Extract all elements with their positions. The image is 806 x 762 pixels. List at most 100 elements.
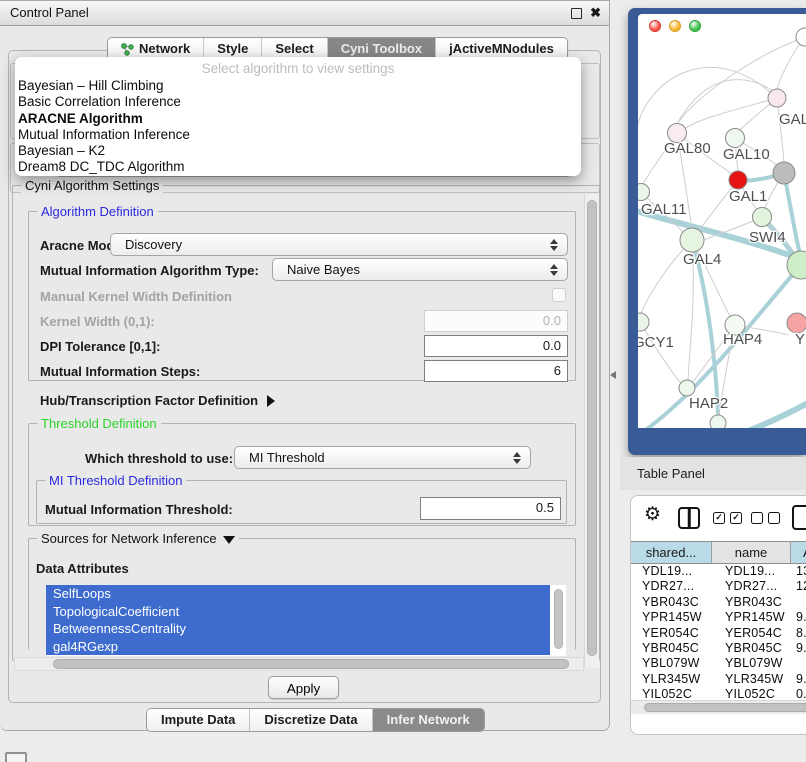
network-edge [640,322,680,382]
algorithm-option[interactable]: Bayesian – K2 [15,143,581,159]
mi-steps-field[interactable]: 6 [424,360,568,382]
network-node-gal4[interactable] [680,228,704,252]
close-panel-icon[interactable]: ✖ [590,1,601,25]
network-edge [728,404,806,428]
table-cell: 9. [792,610,806,625]
mi-steps-label: Mutual Information Steps: [40,364,200,379]
column-header-partial[interactable]: A [791,542,806,563]
gear-icon[interactable]: ⚙ [644,504,661,526]
table-row[interactable]: YER054CYER054C8. [632,626,806,641]
algorithm-option[interactable]: Mutual Information Inference [15,127,581,143]
document-icon[interactable] [792,505,806,530]
settings-horizontal-scrollbar[interactable] [14,657,584,671]
dpi-tolerance-label: DPI Tolerance [0,1]: [40,339,160,354]
network-node-salmon[interactable] [787,313,806,333]
collapse-down-icon[interactable] [223,536,235,544]
network-view[interactable]: GALGAL80GAL10GAL1GAL11SWI4GAL4YHAP4GCY1H… [638,14,806,428]
attribute-item[interactable]: gal4RGexp [46,638,550,656]
traffic-light-zoom[interactable] [689,20,701,32]
kernel-width-field[interactable]: 0.0 [424,310,568,332]
mi-threshold-label: Mutual Information Threshold: [45,502,233,517]
which-threshold-label: Which threshold to use: [85,451,233,466]
node-label-gcy1: GCY1 [638,334,674,351]
table-cell: YBR045C [713,641,792,656]
column-header-shared-name[interactable]: shared... [631,542,712,563]
network-node-gray-node[interactable] [773,162,795,184]
network-node-gal1[interactable] [729,171,747,189]
dropdown-placeholder: Select algorithm to view settings [15,57,581,78]
network-node-top-right[interactable] [796,28,806,46]
network-edge [686,98,777,128]
traffic-light-close[interactable] [649,20,661,32]
manual-kernel-label: Manual Kernel Width Definition [40,289,232,304]
algorithm-option[interactable]: Basic Correlation Inference [15,94,581,110]
attribute-item[interactable]: SelfLoops [46,585,550,603]
tab-discretize-data[interactable]: Discretize Data [250,709,372,731]
deselect-all-checkboxes-icon[interactable] [751,512,780,524]
table-row[interactable]: YPR145WYPR145W9. [632,610,806,625]
aracne-mode-combobox[interactable]: Discovery [110,233,568,256]
minimized-panel-icon[interactable] [5,752,27,762]
table-row[interactable]: YLR345WYLR345W9. [632,672,806,687]
dpi-tolerance-field[interactable]: 0.0 [424,335,568,357]
dropdown-items: Bayesian – Hill ClimbingBasic Correlatio… [15,78,581,176]
data-attributes-list[interactable]: SelfLoopsTopologicalCoefficientBetweenne… [46,585,566,656]
network-edge [677,80,775,124]
algorithm-option[interactable]: Dream8 DC_TDC Algorithm [15,159,581,175]
node-label-gal80: GAL80 [664,140,711,157]
hub-definition-toggle[interactable]: Hub/Transcription Factor Definition [40,393,275,408]
table-row[interactable]: YIL052CYIL052C0. [632,687,806,701]
apply-button[interactable]: Apply [268,676,339,699]
network-node-gal-partial[interactable] [768,89,786,107]
pane-divider-arrow-icon[interactable] [610,371,616,379]
table-row[interactable]: YBL079WYBL079W [632,656,806,671]
threshold-definition-title: Threshold Definition [37,416,161,431]
column-header-name[interactable]: name [712,542,791,563]
network-node-swi4[interactable] [753,208,772,227]
table-row[interactable]: YDL19...YDL19...13 [632,564,806,579]
network-node-gal10[interactable] [726,129,745,148]
traffic-light-minimize[interactable] [669,20,681,32]
attribute-item[interactable]: TopologicalCoefficient [46,603,550,621]
algorithm-option[interactable]: Bayesian – Hill Climbing [15,78,581,94]
table-cell: YIL052C [713,687,792,701]
table-cell: 13 [792,564,806,579]
table-horizontal-scrollbar[interactable] [631,700,806,714]
network-canvas[interactable]: GALGAL80GAL10GAL1GAL11SWI4GAL4YHAP4GCY1H… [638,14,806,428]
float-window-icon[interactable] [571,8,582,19]
algorithm-definition-title: Algorithm Definition [37,204,158,219]
network-node-hap2[interactable] [679,380,695,396]
which-threshold-combobox[interactable]: MI Threshold [234,446,531,469]
network-icon [121,43,134,56]
scrollbar-thumb[interactable] [587,200,597,656]
table-cell: YLR345W [632,672,713,687]
table-cell: 8. [792,626,806,641]
algorithm-option[interactable]: ARACNE Algorithm [15,111,581,127]
settings-vertical-scrollbar[interactable] [584,194,599,668]
table-panel-titlebar[interactable]: Table Panel [620,457,806,490]
attribute-item[interactable]: BetweennessCentrality [46,620,550,638]
list-scrollbar-thumb[interactable] [554,589,563,649]
select-all-checkboxes-icon[interactable]: ✓ ✓ [713,512,742,524]
table-row[interactable]: YBR045CYBR045C9. [632,641,806,656]
scrollbar-thumb[interactable] [644,703,806,712]
network-edge [777,98,784,162]
network-node-gcy1[interactable] [638,313,649,331]
node-label-gal10: GAL10 [723,146,770,163]
expand-right-icon[interactable] [267,395,275,407]
network-node-bottom-node[interactable] [710,415,726,428]
tab-infer-network[interactable]: Infer Network [373,709,484,731]
node-label-hap4: HAP4 [723,331,762,348]
manual-kernel-checkbox[interactable] [552,288,566,302]
mi-threshold-field[interactable]: 0.5 [420,497,561,520]
table-cell: YBL079W [713,656,792,671]
table-row[interactable]: YDR27...YDR27...12 [632,579,806,594]
table-cell: YLR345W [713,672,792,687]
scrollbar-thumb[interactable] [53,659,569,669]
sources-title[interactable]: Sources for Network Inference [37,531,239,546]
table-row[interactable]: YBR043CYBR043C [632,595,806,610]
split-columns-icon[interactable] [678,507,700,529]
table-cell: YDR27... [632,579,713,594]
mi-type-combobox[interactable]: Naive Bayes [272,258,568,281]
tab-impute-data[interactable]: Impute Data [147,709,250,731]
